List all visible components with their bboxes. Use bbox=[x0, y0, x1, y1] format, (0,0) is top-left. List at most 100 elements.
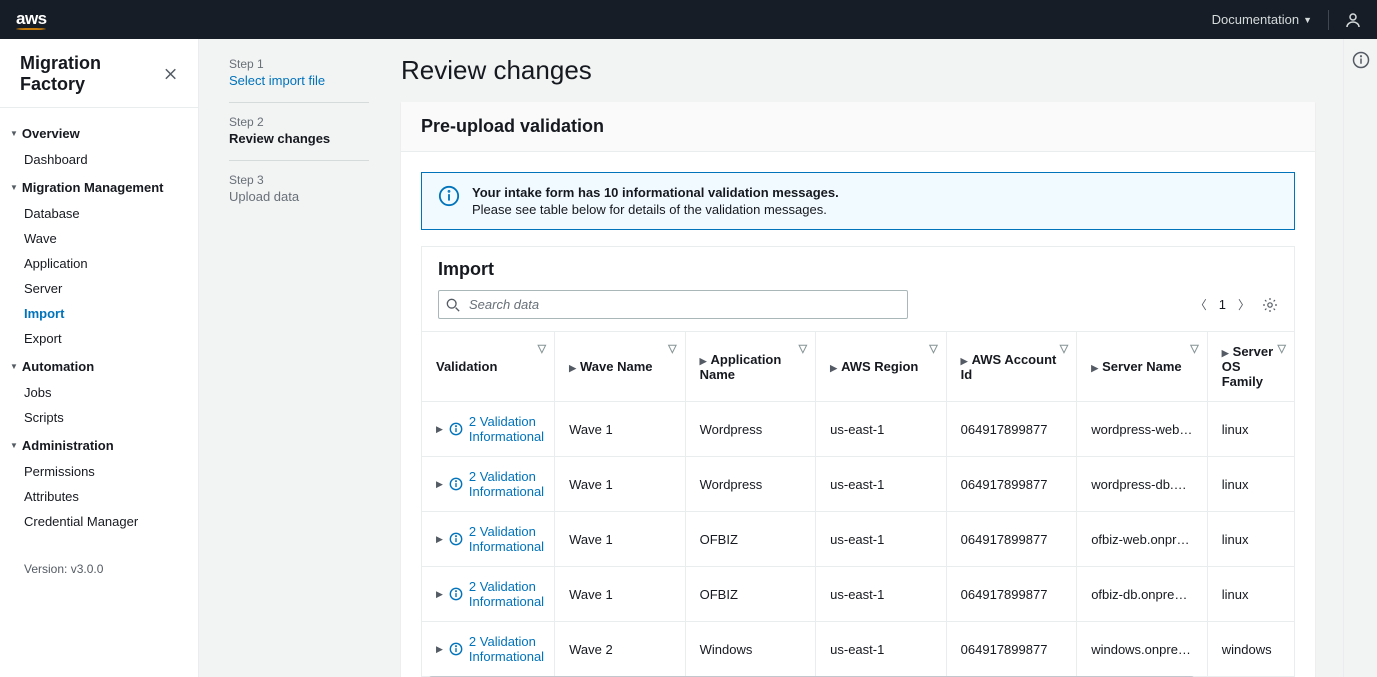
step-title[interactable]: Select import file bbox=[229, 73, 369, 88]
column-header[interactable]: ▶Server Name▽ bbox=[1077, 332, 1208, 402]
cell-region: us-east-1 bbox=[816, 402, 947, 457]
cell-app: Windows bbox=[685, 622, 816, 677]
filter-icon[interactable]: ▽ bbox=[799, 342, 807, 355]
import-table: Validation▽▶Wave Name▽▶Application Name▽… bbox=[422, 331, 1294, 676]
documentation-link[interactable]: Documentation bbox=[1212, 12, 1312, 27]
expand-row-icon[interactable]: ▶ bbox=[436, 534, 443, 545]
cell-server: wordpress-db.onpr... bbox=[1077, 457, 1208, 512]
table-row: ▶ 2 Validation Informational Wave 1OFBIZus… bbox=[422, 512, 1294, 567]
validation-link[interactable]: 2 Validation Informational bbox=[469, 414, 544, 444]
cell-wave: Wave 1 bbox=[555, 567, 686, 622]
import-panel: Import 〈 1 〉 bbox=[421, 246, 1295, 677]
page-number: 1 bbox=[1219, 297, 1226, 312]
cell-os: linux bbox=[1207, 512, 1294, 567]
filter-icon[interactable]: ▽ bbox=[1190, 342, 1198, 355]
info-icon bbox=[449, 477, 463, 491]
column-header[interactable]: ▶AWS Region▽ bbox=[816, 332, 947, 402]
close-icon[interactable] bbox=[163, 66, 178, 82]
cell-wave: Wave 1 bbox=[555, 457, 686, 512]
nav-item-export[interactable]: Export bbox=[0, 326, 198, 351]
validation-link[interactable]: 2 Validation Informational bbox=[469, 469, 544, 499]
info-title: Your intake form has 10 informational va… bbox=[472, 185, 839, 200]
cell-app: OFBIZ bbox=[685, 567, 816, 622]
filter-icon[interactable]: ▽ bbox=[668, 342, 676, 355]
nav-section-title[interactable]: Automation bbox=[0, 353, 198, 380]
column-header[interactable]: ▶Application Name▽ bbox=[685, 332, 816, 402]
validation-link[interactable]: 2 Validation Informational bbox=[469, 634, 544, 664]
cell-wave: Wave 1 bbox=[555, 402, 686, 457]
nav-item-database[interactable]: Database bbox=[0, 201, 198, 226]
nav-item-jobs[interactable]: Jobs bbox=[0, 380, 198, 405]
expand-row-icon[interactable]: ▶ bbox=[436, 424, 443, 435]
info-icon bbox=[449, 642, 463, 656]
search-icon bbox=[446, 298, 460, 312]
cell-os: windows bbox=[1207, 622, 1294, 677]
page-next[interactable]: 〉 bbox=[1238, 296, 1250, 313]
cell-account: 064917899877 bbox=[946, 457, 1077, 512]
table-row: ▶ 2 Validation Informational Wave 1Wordpre… bbox=[422, 402, 1294, 457]
nav-section-title[interactable]: Administration bbox=[0, 432, 198, 459]
column-header[interactable]: ▶Wave Name▽ bbox=[555, 332, 686, 402]
nav-item-scripts[interactable]: Scripts bbox=[0, 405, 198, 430]
help-icon[interactable] bbox=[1352, 51, 1370, 69]
main-content: Review changes Pre-upload validation You… bbox=[399, 39, 1343, 677]
filter-icon[interactable]: ▽ bbox=[538, 342, 546, 355]
cell-server: ofbiz-web.onpremsi... bbox=[1077, 512, 1208, 567]
table-row: ▶ 2 Validation Informational Wave 1OFBIZus… bbox=[422, 567, 1294, 622]
expand-row-icon[interactable]: ▶ bbox=[436, 479, 443, 490]
validation-link[interactable]: 2 Validation Informational bbox=[469, 579, 544, 609]
page-prev[interactable]: 〈 bbox=[1195, 296, 1207, 313]
cell-app: OFBIZ bbox=[685, 512, 816, 567]
user-icon[interactable] bbox=[1345, 12, 1361, 28]
column-header[interactable]: ▶Server OS Family▽ bbox=[1207, 332, 1294, 402]
cell-wave: Wave 2 bbox=[555, 622, 686, 677]
column-header[interactable]: Validation▽ bbox=[422, 332, 555, 402]
cell-region: us-east-1 bbox=[816, 567, 947, 622]
search-box bbox=[438, 290, 908, 319]
nav-item-dashboard[interactable]: Dashboard bbox=[0, 147, 198, 172]
nav-item-import[interactable]: Import bbox=[0, 301, 198, 326]
cell-os: linux bbox=[1207, 457, 1294, 512]
cell-account: 064917899877 bbox=[946, 622, 1077, 677]
right-gutter bbox=[1343, 39, 1377, 677]
nav-section-title[interactable]: Migration Management bbox=[0, 174, 198, 201]
step-title: Review changes bbox=[229, 131, 369, 146]
nav-item-credential-manager[interactable]: Credential Manager bbox=[0, 509, 198, 534]
pager: 〈 1 〉 bbox=[1195, 296, 1278, 313]
cell-account: 064917899877 bbox=[946, 567, 1077, 622]
filter-icon[interactable]: ▽ bbox=[929, 342, 937, 355]
cell-os: linux bbox=[1207, 402, 1294, 457]
expand-row-icon[interactable]: ▶ bbox=[436, 644, 443, 655]
step-label: Step 2 bbox=[229, 115, 369, 129]
header-divider bbox=[1328, 10, 1329, 30]
nav-item-wave[interactable]: Wave bbox=[0, 226, 198, 251]
search-input[interactable] bbox=[438, 290, 908, 319]
wizard-steps: Step 1Select import fileStep 2Review cha… bbox=[199, 39, 399, 677]
nav-section-title[interactable]: Overview bbox=[0, 120, 198, 147]
cell-account: 064917899877 bbox=[946, 512, 1077, 567]
validation-link[interactable]: 2 Validation Informational bbox=[469, 524, 544, 554]
version-label: Version: v3.0.0 bbox=[0, 548, 198, 590]
info-icon bbox=[438, 185, 460, 207]
cell-app: Wordpress bbox=[685, 402, 816, 457]
column-header[interactable]: ▶AWS Account Id▽ bbox=[946, 332, 1077, 402]
gear-icon[interactable] bbox=[1262, 297, 1278, 313]
cell-server: windows.onpremsi... bbox=[1077, 622, 1208, 677]
filter-icon[interactable]: ▽ bbox=[1060, 342, 1068, 355]
cell-wave: Wave 1 bbox=[555, 512, 686, 567]
validation-panel: Pre-upload validation Your intake form h… bbox=[401, 102, 1315, 677]
table-row: ▶ 2 Validation Informational Wave 2Windows… bbox=[422, 622, 1294, 677]
cell-app: Wordpress bbox=[685, 457, 816, 512]
nav-item-permissions[interactable]: Permissions bbox=[0, 459, 198, 484]
nav-item-attributes[interactable]: Attributes bbox=[0, 484, 198, 509]
nav-item-application[interactable]: Application bbox=[0, 251, 198, 276]
info-icon bbox=[449, 587, 463, 601]
info-text: Please see table below for details of th… bbox=[472, 202, 839, 217]
cell-region: us-east-1 bbox=[816, 512, 947, 567]
filter-icon[interactable]: ▽ bbox=[1278, 342, 1286, 355]
expand-row-icon[interactable]: ▶ bbox=[436, 589, 443, 600]
info-icon bbox=[449, 422, 463, 436]
cell-os: linux bbox=[1207, 567, 1294, 622]
nav-item-server[interactable]: Server bbox=[0, 276, 198, 301]
table-row: ▶ 2 Validation Informational Wave 1Wordpre… bbox=[422, 457, 1294, 512]
